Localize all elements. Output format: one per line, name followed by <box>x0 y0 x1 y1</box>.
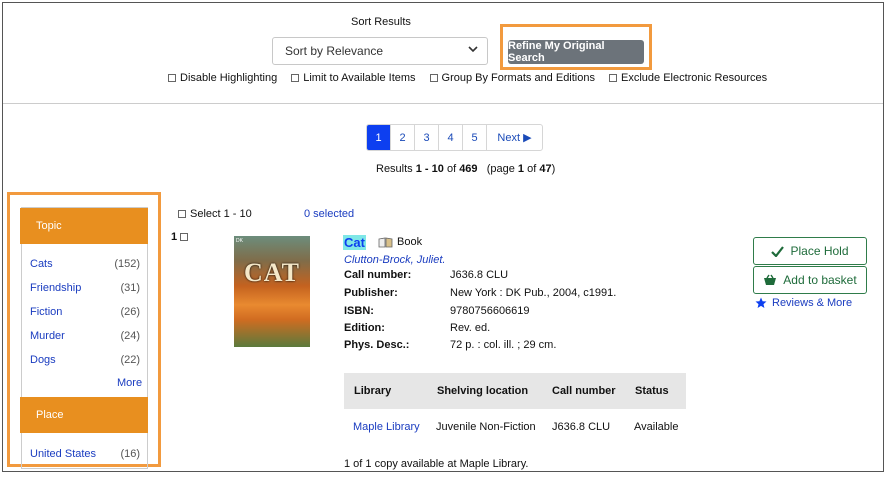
facet-count: (24) <box>120 330 140 342</box>
field-value: Rev. ed. <box>450 322 491 334</box>
filter-limit-available[interactable]: Limit to Available Items <box>291 72 416 84</box>
facet-label[interactable]: Friendship <box>30 282 81 294</box>
filter-label: Disable Highlighting <box>180 72 278 84</box>
checkbox[interactable] <box>609 74 617 82</box>
record-format: Book <box>378 236 422 248</box>
select-all-checkbox[interactable] <box>178 210 186 218</box>
place-hold-button[interactable]: Place Hold <box>753 237 867 265</box>
col-library: Library <box>354 385 392 397</box>
facet-label[interactable]: United States <box>30 448 96 460</box>
field-value: 72 p. : col. ill. ; 29 cm. <box>450 339 557 351</box>
facet-count: (31) <box>120 282 140 294</box>
checkbox[interactable] <box>291 74 300 82</box>
select-all[interactable]: Select 1 - 10 <box>178 208 252 220</box>
filter-label: Exclude Electronic Resources <box>621 72 768 84</box>
facet-count: (16) <box>120 448 140 460</box>
filter-exclude-electronic[interactable]: Exclude Electronic Resources <box>609 72 767 84</box>
facet-more-link[interactable]: More <box>117 377 142 389</box>
field-label: Publisher: <box>344 287 398 299</box>
facet-item-friendship[interactable]: Friendship (31) <box>30 282 140 294</box>
results-summary: Results 1 - 10 of 469 (page 1 of 47) <box>376 163 556 175</box>
call-number: J636.8 CLU <box>552 421 611 433</box>
search-results-page: Sort Results Sort by Relevance Refine My… <box>2 2 884 472</box>
checkmark-icon <box>771 245 785 257</box>
filter-label: Limit to Available Items <box>303 72 416 84</box>
divider <box>3 103 883 104</box>
field-label: Call number: <box>344 269 412 281</box>
filter-group-formats[interactable]: Group By Formats and Editions <box>429 72 595 84</box>
library-link[interactable]: Maple Library <box>353 421 420 433</box>
field-value: 9780756606619 <box>450 305 530 317</box>
filter-label: Group By Formats and Editions <box>441 72 595 84</box>
place-hold-label: Place Hold <box>790 244 849 258</box>
cover-title-text: CAT <box>244 258 300 287</box>
record-index: 1 <box>171 231 178 243</box>
facet-label[interactable]: Dogs <box>30 354 56 366</box>
field-value: J636.8 CLU <box>450 269 509 281</box>
facet-item-cats[interactable]: Cats (152) <box>30 258 140 270</box>
reviews-more-link[interactable]: Reviews & More <box>755 297 852 309</box>
availability-text: 1 of 1 copy available at Maple Library. <box>344 458 529 470</box>
facet-count: (22) <box>120 354 140 366</box>
book-cover-image[interactable]: DK CAT <box>234 236 310 347</box>
facet-label[interactable]: Cats <box>30 258 53 270</box>
page-1-link[interactable]: 1 <box>367 125 391 150</box>
cover-publisher-mark: DK <box>236 238 243 244</box>
record-checkbox[interactable] <box>180 233 189 241</box>
selected-count-link[interactable]: 0 selected <box>304 208 354 220</box>
add-basket-label: Add to basket <box>783 273 857 287</box>
facet-item-fiction[interactable]: Fiction (26) <box>30 306 140 318</box>
status: Available <box>634 421 679 433</box>
col-call-number: Call number <box>552 385 616 397</box>
facet-label[interactable]: Fiction <box>30 306 62 318</box>
filter-disable-highlighting[interactable]: Disable Highlighting <box>168 72 277 84</box>
refine-search-button[interactable]: Refine My Original Search <box>508 40 644 64</box>
facet-label[interactable]: Murder <box>30 330 65 342</box>
facet-item-murder[interactable]: Murder (24) <box>30 330 140 342</box>
reviews-label: Reviews & More <box>772 297 853 309</box>
col-shelving-location: Shelving location <box>437 385 529 397</box>
star-icon <box>755 297 767 308</box>
sort-select[interactable]: Sort by Relevance <box>272 37 488 65</box>
facet-item-united-states[interactable]: United States (16) <box>30 448 140 460</box>
table-row: Maple Library Juvenile Non-Fiction J636.… <box>344 409 686 445</box>
next-page-link[interactable]: Next ▶ <box>487 125 542 150</box>
record-title-link[interactable]: Cat <box>343 235 366 250</box>
select-all-label: Select 1 - 10 <box>190 208 252 220</box>
col-status: Status <box>635 385 669 397</box>
pagination: 1 2 3 4 5 Next ▶ <box>366 124 543 151</box>
field-label: Edition: <box>344 322 385 334</box>
page-4-link[interactable]: 4 <box>439 125 463 150</box>
facet-item-dogs[interactable]: Dogs (22) <box>30 354 140 366</box>
holdings-table: Library Shelving location Call number St… <box>344 373 686 445</box>
format-label: Book <box>397 236 423 248</box>
page-2-link[interactable]: 2 <box>391 125 415 150</box>
checkbox[interactable] <box>168 74 176 82</box>
page-3-link[interactable]: 3 <box>415 125 439 150</box>
field-label: Phys. Desc.: <box>344 339 410 351</box>
facet-count: (26) <box>120 306 140 318</box>
checkbox[interactable] <box>429 74 438 82</box>
shelving-location: Juvenile Non-Fiction <box>436 421 536 433</box>
sort-select-value: Sort by Relevance <box>285 44 384 58</box>
sort-results-title: Sort Results <box>351 16 411 28</box>
record-number: 1 <box>171 231 192 243</box>
record-author-link[interactable]: Clutton-Brock, Juliet. <box>344 254 445 266</box>
holdings-header-row: Library Shelving location Call number St… <box>344 373 686 409</box>
add-to-basket-button[interactable]: Add to basket <box>753 266 867 294</box>
field-value: New York : DK Pub., 2004, c1991. <box>450 287 617 299</box>
chevron-down-icon <box>467 43 479 58</box>
book-icon <box>378 237 393 247</box>
field-label: ISBN: <box>344 305 374 317</box>
facet-place-header[interactable]: Place <box>20 397 148 433</box>
facet-count: (152) <box>114 258 140 270</box>
search-filter-options: Disable Highlighting Limit to Available … <box>168 72 781 84</box>
page-5-link[interactable]: 5 <box>463 125 487 150</box>
basket-icon <box>764 274 777 285</box>
facet-topic-header[interactable]: Topic <box>20 208 148 244</box>
